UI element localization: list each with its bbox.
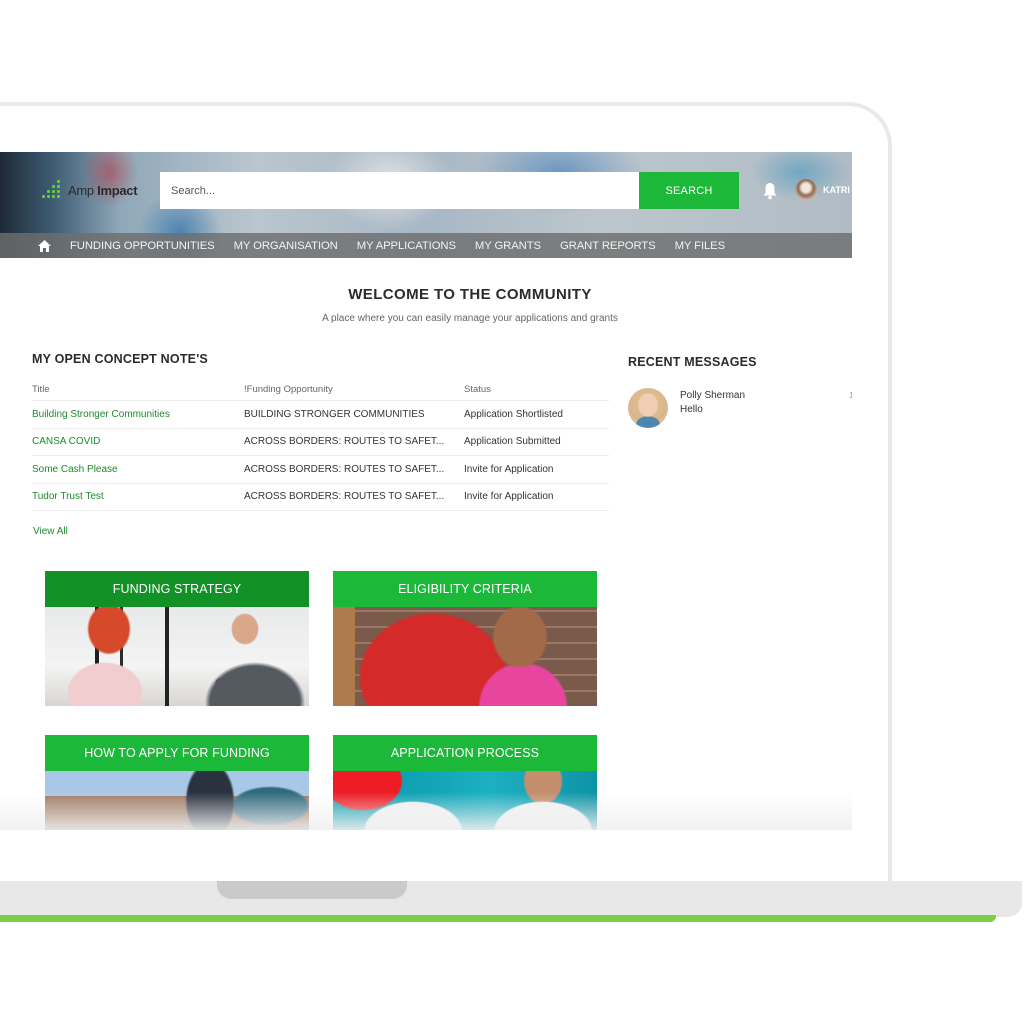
search-button[interactable]: SEARCH: [639, 172, 739, 209]
message-count: 1: [849, 391, 852, 400]
tile-image: [45, 607, 309, 706]
table-row: Tudor Trust Test ACROSS BORDERS: ROUTES …: [32, 484, 609, 511]
concept-note-title-link[interactable]: Tudor Trust Test: [32, 491, 244, 502]
user-name[interactable]: KATRI: [823, 185, 850, 195]
message-preview: Hello: [680, 404, 703, 415]
sender-name: Polly Sherman: [680, 390, 746, 401]
nav-item-funding-opportunities[interactable]: FUNDING OPPORTUNITIES: [70, 240, 215, 252]
status-cell: Invite for Application: [464, 491, 554, 503]
tile-image: [333, 607, 597, 706]
nav-item-my-grants[interactable]: MY GRANTS: [475, 240, 541, 252]
laptop-notch: [217, 881, 407, 899]
page-title: WELCOME TO THE COMMUNITY: [348, 286, 592, 303]
main-nav: FUNDING OPPORTUNITIES MY ORGANISATION MY…: [0, 233, 852, 258]
tile-image: [333, 771, 597, 830]
tile-eligibility-criteria[interactable]: ELIGIBILITY CRITERIA: [333, 571, 597, 706]
status-cell: Invite for Application: [464, 463, 554, 475]
laptop-accent-stripe: [0, 915, 996, 922]
funding-opportunity-cell: ACROSS BORDERS: ROUTES TO SAFET...: [244, 436, 445, 448]
sender-avatar: [628, 388, 668, 428]
funding-opportunity-cell: ACROSS BORDERS: ROUTES TO SAFET...: [244, 463, 445, 475]
tile-how-to-apply[interactable]: HOW TO APPLY FOR FUNDING: [45, 735, 309, 830]
column-header-title[interactable]: Title: [32, 384, 244, 395]
home-icon[interactable]: [38, 239, 52, 253]
message-item[interactable]: Polly Sherman Hello 1: [628, 388, 852, 430]
logo-text: Amp Impact: [68, 182, 138, 198]
status-cell: Application Submitted: [464, 436, 561, 448]
tile-application-process[interactable]: APPLICATION PROCESS: [333, 735, 597, 830]
concept-note-title-link[interactable]: CANSA COVID: [32, 436, 244, 447]
table-header: Title !Funding Opportunity Status: [32, 378, 609, 401]
view-all-link[interactable]: View All: [33, 526, 68, 537]
table-row: CANSA COVID ACROSS BORDERS: ROUTES TO SA…: [32, 429, 609, 456]
nav-item-my-applications[interactable]: MY APPLICATIONS: [357, 240, 456, 252]
header-banner: Amp Impact SEARCH KATRI FUNDING OPPORTUN…: [0, 152, 852, 258]
concept-notes-table: Title !Funding Opportunity Status Buildi…: [32, 378, 609, 511]
recent-messages-title: RECENT MESSAGES: [628, 355, 757, 369]
nav-item-my-files[interactable]: MY FILES: [675, 240, 726, 252]
amp-impact-logo-icon: [40, 179, 64, 201]
concept-notes-title: MY OPEN CONCEPT NOTE'S: [32, 352, 208, 366]
page-subtitle: A place where you can easily manage your…: [322, 313, 618, 324]
column-header-funding-opportunity[interactable]: !Funding Opportunity: [244, 384, 464, 395]
funding-opportunity-cell: BUILDING STRONGER COMMUNITIES: [244, 408, 425, 420]
tile-header: HOW TO APPLY FOR FUNDING: [45, 735, 309, 771]
nav-item-my-organisation[interactable]: MY ORGANISATION: [234, 240, 338, 252]
funding-opportunity-cell: ACROSS BORDERS: ROUTES TO SAFET...: [244, 491, 445, 503]
search-input[interactable]: [160, 172, 639, 209]
concept-note-title-link[interactable]: Some Cash Please: [32, 464, 244, 475]
table-row: Some Cash Please ACROSS BORDERS: ROUTES …: [32, 456, 609, 484]
laptop-base: [0, 881, 1022, 917]
laptop-screen: Amp Impact SEARCH KATRI FUNDING OPPORTUN…: [0, 152, 852, 830]
tile-image: [45, 771, 309, 830]
concept-note-title-link[interactable]: Building Stronger Communities: [32, 409, 244, 420]
tile-header: APPLICATION PROCESS: [333, 735, 597, 771]
tile-header: FUNDING STRATEGY: [45, 571, 309, 607]
logo[interactable]: Amp Impact: [40, 178, 138, 202]
bell-icon[interactable]: [762, 182, 778, 200]
nav-item-grant-reports[interactable]: GRANT REPORTS: [560, 240, 656, 252]
tile-funding-strategy[interactable]: FUNDING STRATEGY: [45, 571, 309, 706]
user-avatar[interactable]: [795, 179, 817, 201]
column-header-status[interactable]: Status: [464, 384, 609, 395]
status-cell: Application Shortlisted: [464, 408, 563, 420]
tile-header: ELIGIBILITY CRITERIA: [333, 571, 597, 607]
table-row: Building Stronger Communities BUILDING S…: [32, 401, 609, 429]
